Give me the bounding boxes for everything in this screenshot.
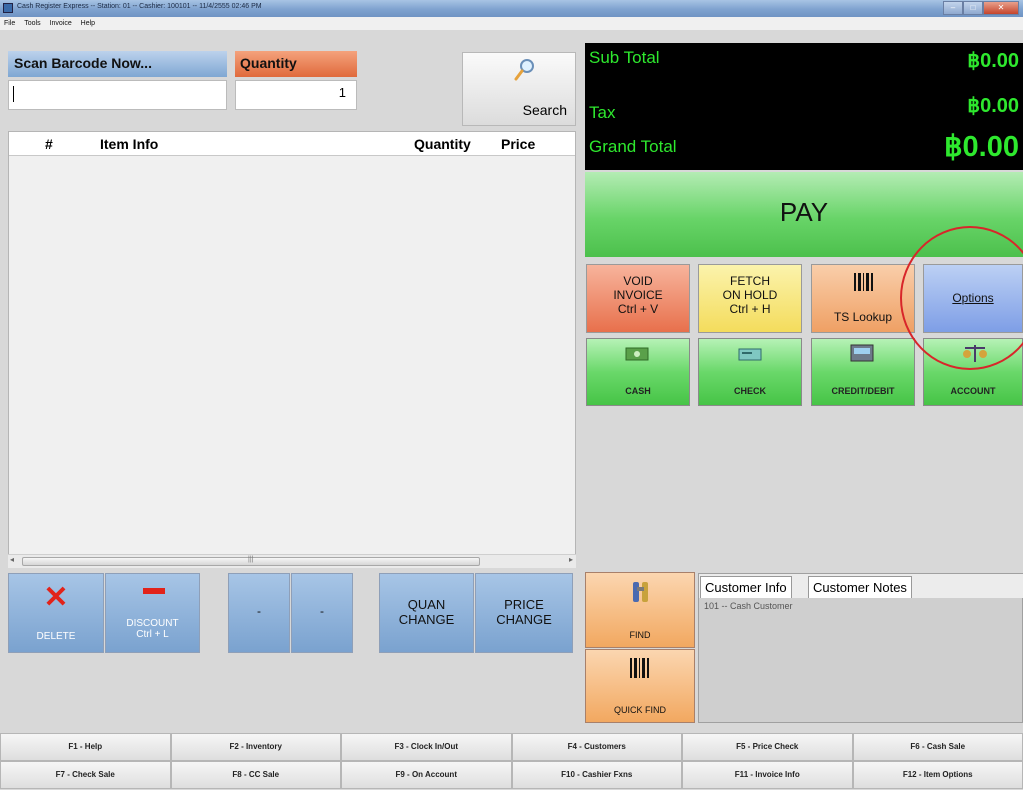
account-label: ACCOUNT: [950, 386, 996, 396]
scan-barcode-label: Scan Barcode Now...: [8, 51, 227, 77]
fetch-line-1: FETCH: [730, 274, 770, 288]
void-invoice-button[interactable]: VOID INVOICE Ctrl + V: [586, 264, 690, 333]
pay-button-label: PAY: [779, 197, 829, 227]
quick-find-label: QUICK FIND: [613, 705, 666, 715]
function-key-bar: F1 - Help F2 - Inventory F3 - Clock In/O…: [0, 733, 1023, 790]
fkey-f5-price-check[interactable]: F5 - Price Check: [682, 733, 853, 761]
search-button-label: Search: [522, 102, 567, 118]
cash-tender-button[interactable]: CASH: [586, 338, 690, 406]
window-title: Cash Register Express -- Station: 01 -- …: [17, 3, 262, 10]
fetch-line-3: Ctrl + H: [729, 302, 771, 316]
fkey-f6-cash-sale[interactable]: F6 - Cash Sale: [852, 733, 1023, 761]
customer-info-text: 101 -- Cash Customer: [704, 601, 793, 611]
find-label: FIND: [629, 630, 651, 640]
void-line-1: VOID: [623, 274, 653, 288]
barcode-input[interactable]: [8, 80, 227, 110]
void-line-3: Ctrl + V: [617, 302, 659, 316]
fkey-f8-cc-sale[interactable]: F8 - CC Sale: [170, 761, 341, 789]
check-label: CHECK: [733, 386, 766, 396]
price-line-2: CHANGE: [496, 612, 552, 627]
minimize-button[interactable]: –: [943, 1, 963, 15]
title-bar: Cash Register Express -- Station: 01 -- …: [0, 0, 1023, 17]
discount-button[interactable]: DISCOUNT Ctrl + L: [105, 573, 200, 653]
menu-bar: File Tools Invoice Help: [0, 17, 1023, 30]
unassigned-button-1[interactable]: -: [228, 573, 290, 653]
price-line-1: PRICE: [504, 597, 544, 612]
quan-line-1: QUAN: [407, 597, 446, 612]
column-number[interactable]: #: [45, 136, 53, 152]
credit-card-icon: [850, 344, 874, 362]
grand-total-label: Grand Total: [589, 137, 677, 156]
search-icon: [514, 59, 534, 81]
column-quantity[interactable]: Quantity: [414, 136, 471, 152]
cash-icon: [625, 347, 649, 361]
tab-customer-notes[interactable]: Customer Notes: [808, 576, 912, 598]
fkey-f3-clock[interactable]: F3 - Clock In/Out: [341, 733, 512, 761]
customer-panel: Customer Info Customer Notes 101 -- Cash…: [698, 573, 1023, 723]
scroll-left-icon[interactable]: ◂: [10, 555, 14, 564]
delete-label: DELETE: [36, 631, 76, 642]
credit-debit-tender-button[interactable]: CREDIT/DEBIT: [811, 338, 915, 406]
cash-label: CASH: [625, 386, 651, 396]
fetch-on-hold-button[interactable]: FETCH ON HOLD Ctrl + H: [698, 264, 802, 333]
quantity-input[interactable]: 1: [235, 80, 357, 110]
menu-invoice[interactable]: Invoice: [50, 17, 72, 30]
fkey-f9-on-account[interactable]: F9 - On Account: [341, 761, 512, 789]
discount-line-1: DISCOUNT: [126, 618, 179, 629]
barcode-icon: [854, 273, 873, 291]
menu-tools[interactable]: Tools: [24, 17, 40, 30]
invoice-items-grid[interactable]: # Item Info Quantity Price: [8, 131, 576, 568]
credit-debit-label: CREDIT/DEBIT: [831, 386, 895, 396]
customer-tabs: Customer Info Customer Notes: [699, 574, 1023, 598]
fkey-f7-check-sale[interactable]: F7 - Check Sale: [0, 761, 171, 789]
scroll-right-icon[interactable]: ▸: [569, 555, 573, 564]
fetch-line-2: ON HOLD: [722, 288, 778, 302]
window-controls: – □ ✕: [943, 1, 1019, 15]
quick-find-button[interactable]: QUICK FIND: [585, 649, 695, 723]
subtotal-label: Sub Total: [589, 48, 660, 67]
subtotal-value: ฿0.00: [967, 50, 1019, 72]
maximize-button[interactable]: □: [963, 1, 983, 15]
discount-line-2: Ctrl + L: [136, 629, 169, 640]
column-item-info[interactable]: Item Info: [100, 136, 158, 152]
price-change-button[interactable]: PRICE CHANGE: [475, 573, 573, 653]
fkey-f4-customers[interactable]: F4 - Customers: [511, 733, 682, 761]
tax-value: ฿0.00: [967, 95, 1019, 117]
app-icon: [3, 3, 13, 13]
grand-total-value: ฿0.00: [944, 131, 1019, 163]
barcode-icon: [630, 658, 649, 678]
menu-file[interactable]: File: [4, 17, 15, 30]
find-customer-button[interactable]: FIND: [585, 572, 695, 648]
minus-icon: [143, 588, 165, 594]
find-binoculars-icon: [633, 582, 648, 602]
fkey-f1-help[interactable]: F1 - Help: [0, 733, 171, 761]
check-tender-button[interactable]: CHECK: [698, 338, 802, 406]
delete-button[interactable]: ✕ DELETE: [8, 573, 104, 653]
delete-x-icon: ✕: [43, 581, 69, 614]
fkey-f12-item-options[interactable]: F12 - Item Options: [852, 761, 1023, 789]
tax-label: Tax: [589, 103, 616, 122]
void-line-2: INVOICE: [613, 288, 663, 302]
search-button[interactable]: Search: [462, 52, 576, 126]
discount-label: DISCOUNT Ctrl + L: [106, 618, 199, 640]
text-caret: [13, 86, 14, 102]
ts-lookup-label: TS Lookup: [833, 310, 893, 324]
totals-panel: Sub Total ฿0.00 Tax ฿0.00 Grand Total ฿0…: [585, 43, 1023, 170]
fkey-f10-cashier-fxns[interactable]: F10 - Cashier Fxns: [511, 761, 682, 789]
scroll-grip-icon: |||: [248, 556, 254, 563]
quantity-label: Quantity: [235, 51, 357, 77]
highlight-circle: [900, 226, 1023, 370]
horizontal-scrollbar[interactable]: ◂ ||| ▸: [8, 554, 576, 568]
tab-customer-info[interactable]: Customer Info: [700, 576, 792, 598]
fkey-f11-invoice-info[interactable]: F11 - Invoice Info: [682, 761, 853, 789]
menu-help[interactable]: Help: [81, 17, 95, 30]
quantity-change-button[interactable]: QUAN CHANGE: [379, 573, 474, 653]
close-button[interactable]: ✕: [983, 1, 1019, 15]
unassigned-button-2[interactable]: -: [291, 573, 353, 653]
grid-header: # Item Info Quantity Price: [9, 132, 575, 156]
fkey-f2-inventory[interactable]: F2 - Inventory: [170, 733, 341, 761]
column-price[interactable]: Price: [501, 136, 535, 152]
check-icon: [738, 348, 762, 361]
quan-line-2: CHANGE: [398, 612, 455, 627]
